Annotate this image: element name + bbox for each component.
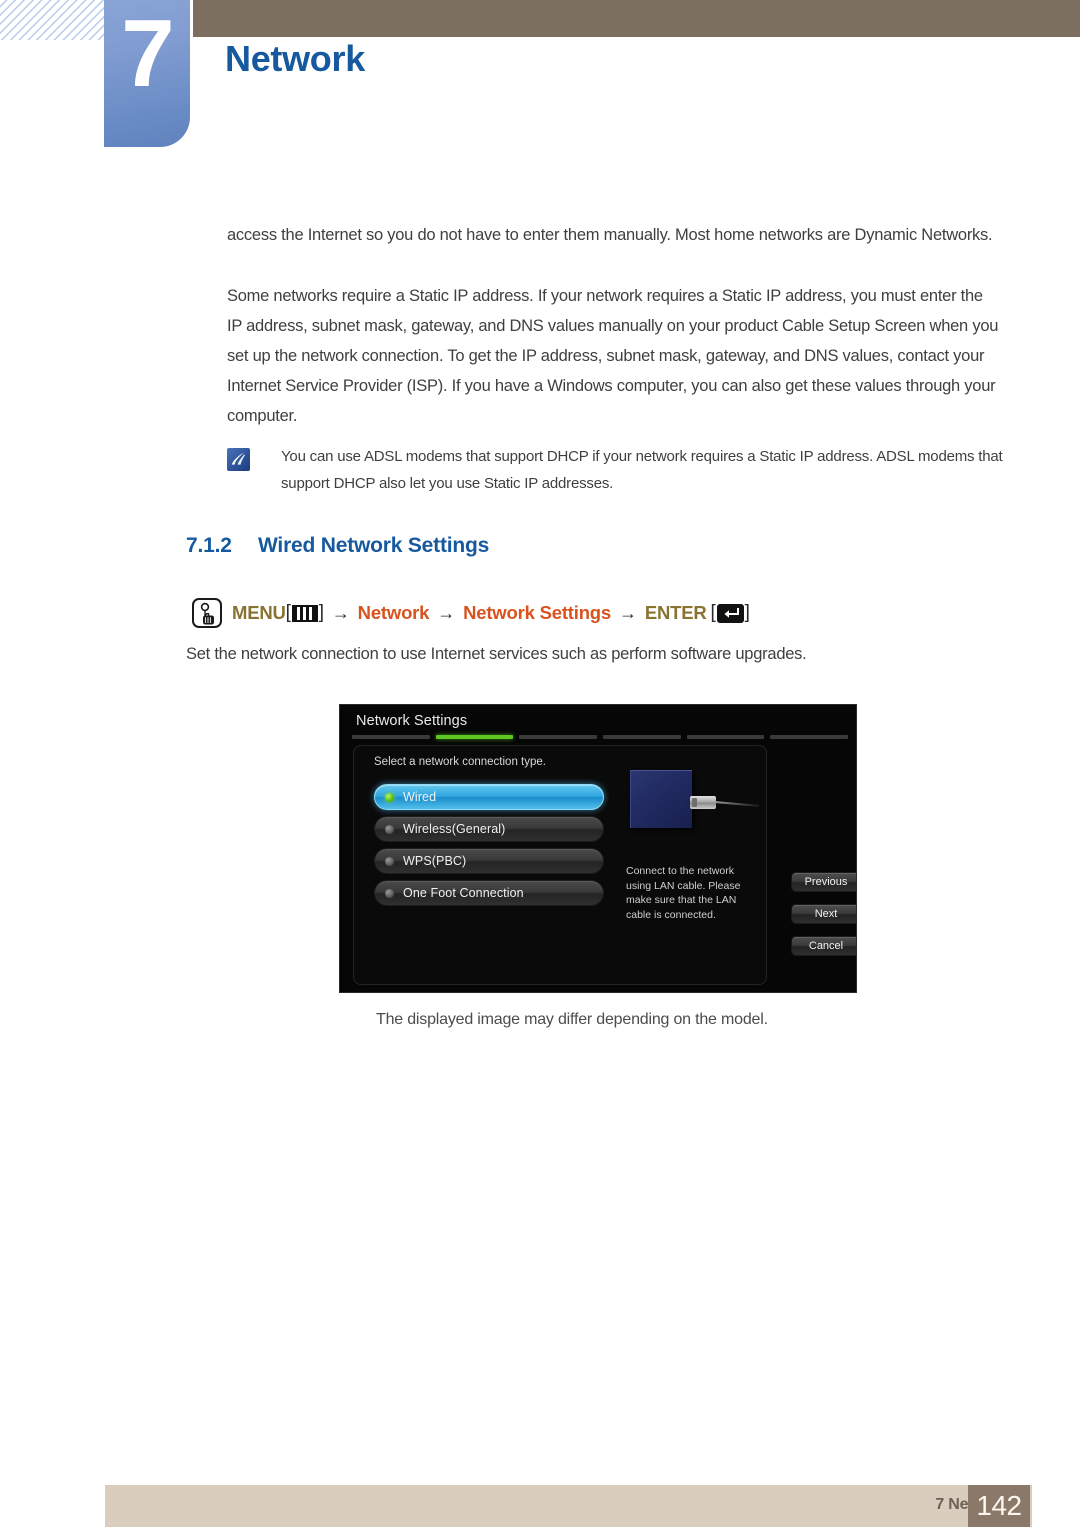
arrow-3-icon: → [619, 602, 637, 623]
lan-cable-illustration [626, 764, 761, 844]
step-segment [352, 735, 430, 739]
section-number: 7.1.2 [186, 534, 232, 557]
bracket-open-enter: [ [710, 602, 716, 623]
device-port-graphic [630, 770, 692, 828]
step-progress-bar [352, 735, 849, 739]
chapter-badge: 7 [104, 0, 190, 147]
arrow-2-icon: → [437, 602, 456, 623]
cancel-button[interactable]: Cancel [791, 936, 856, 956]
option-one-foot-connection[interactable]: One Foot Connection [374, 880, 604, 906]
chapter-number: 7 [121, 0, 174, 107]
figure-caption: The displayed image may differ depending… [376, 1011, 768, 1028]
step-segment [519, 735, 598, 739]
corner-hatch-decoration [0, 0, 108, 40]
option-wps-pbc[interactable]: WPS(PBC) [374, 848, 604, 874]
tv-content-panel: Select a network connection type. Wired … [353, 745, 856, 985]
bracket-open-menu: [ [285, 602, 291, 623]
menu-path: MENU [ ] → Network → Network Settings → … [192, 598, 750, 628]
radio-indicator-icon [385, 888, 394, 898]
chapter-title: Network [225, 38, 365, 79]
option-label: Wireless(General) [403, 822, 506, 836]
step-segment [686, 735, 765, 739]
radio-indicator-icon [385, 824, 394, 834]
illustration-caption: Connect to the network using LAN cable. … [626, 865, 741, 921]
tv-button-group: Previous Next Cancel [791, 872, 856, 968]
note-block: You can use ADSL modems that support DHC… [227, 443, 1017, 497]
footer-bar [105, 1485, 1032, 1527]
previous-button[interactable]: Previous [791, 872, 856, 892]
tv-prompt-text: Select a network connection type. [374, 756, 546, 768]
step-segment-active [435, 735, 514, 739]
section-title: Wired Network Settings [258, 534, 490, 557]
option-label: Wired [403, 790, 437, 804]
footer-page-number: 142 [968, 1485, 1030, 1527]
bracket-close-menu: ] [318, 602, 324, 623]
section-heading: 7.1.2 Wired Network Settings [186, 534, 489, 558]
hand-press-icon [192, 598, 222, 628]
radio-indicator-icon [385, 792, 394, 802]
option-label: WPS(PBC) [403, 854, 467, 868]
tv-screen-title: Network Settings [356, 713, 468, 729]
option-label: One Foot Connection [403, 886, 524, 900]
menu-item-network: Network [357, 602, 430, 623]
note-pen-icon [227, 448, 250, 471]
connection-type-list: Wired Wireless(General) WPS(PBC) One Foo… [374, 784, 604, 912]
menu-label: MENU [232, 602, 286, 623]
bracket-close-enter: ] [744, 602, 750, 623]
radio-indicator-icon [385, 856, 394, 866]
lan-wire-graphic [714, 801, 759, 807]
note-text: You can use ADSL modems that support DHC… [281, 448, 1003, 492]
enter-label: ENTER [644, 602, 707, 623]
paragraph-1: access the Internet so you do not have t… [227, 226, 993, 244]
menu-item-network-settings: Network Settings [463, 602, 611, 623]
lead-text: Set the network connection to use Intern… [186, 645, 807, 663]
paragraph-2: Some networks require a Static IP addres… [227, 287, 999, 425]
header-brown-bar [193, 0, 1080, 37]
menu-key-icon [291, 604, 318, 622]
step-segment [603, 735, 681, 739]
lan-plug-graphic [690, 796, 716, 809]
arrow-1-icon: → [331, 602, 350, 623]
step-segment [770, 735, 849, 739]
enter-key-icon [716, 603, 744, 623]
tv-screen-mockup: Network Settings Select a network connec… [339, 704, 857, 993]
option-wireless-general[interactable]: Wireless(General) [374, 816, 604, 842]
option-wired[interactable]: Wired [374, 784, 604, 810]
next-button[interactable]: Next [791, 904, 856, 924]
